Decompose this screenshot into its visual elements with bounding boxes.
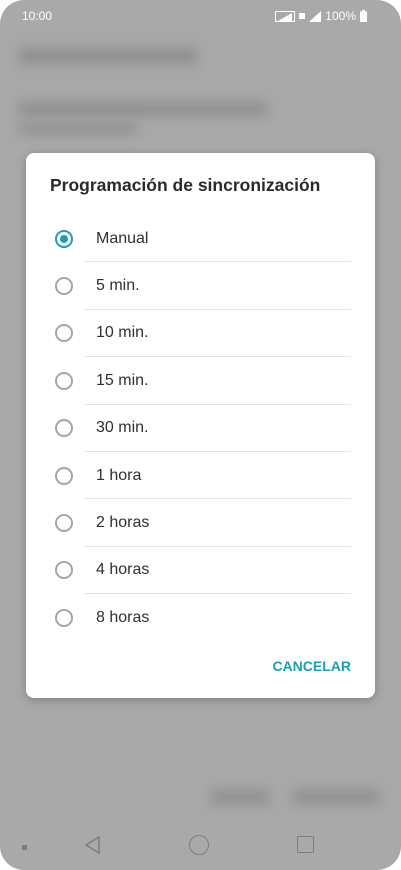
option-label: 30 min. [96, 419, 149, 437]
background-blur-block [18, 102, 268, 116]
back-icon[interactable] [84, 836, 102, 854]
wifi-off-icon [275, 10, 296, 22]
option-1-hora[interactable]: 1 hora [26, 452, 375, 500]
dialog-title: Programación de sincronización [50, 175, 321, 195]
option-label: 15 min. [96, 371, 149, 389]
radio-unselected-icon[interactable] [55, 561, 73, 580]
radio-unselected-icon[interactable] [55, 324, 73, 343]
background-blur-block [18, 48, 198, 64]
option-label: 10 min. [96, 324, 149, 342]
status-time: 10:00 [22, 9, 53, 23]
radio-unselected-icon[interactable] [55, 608, 73, 627]
sync-schedule-dialog: Programación de sincronización Manual 5 … [26, 153, 375, 698]
radio-unselected-icon[interactable] [55, 371, 73, 390]
option-30-min[interactable]: 30 min. [26, 405, 375, 453]
home-icon[interactable] [189, 835, 209, 855]
navigation-bar [0, 818, 401, 870]
radio-unselected-icon[interactable] [55, 419, 73, 438]
cancel-button[interactable]: CANCELAR [272, 658, 351, 674]
radio-selected-icon[interactable] [55, 229, 73, 248]
phone-screen: 10:00 100% Programación de sincronizació… [0, 0, 401, 870]
option-label: 1 hora [96, 466, 142, 484]
option-4-horas[interactable]: 4 horas [26, 547, 375, 595]
option-15-min[interactable]: 15 min. [26, 357, 375, 405]
battery-percent: 100% [325, 9, 356, 23]
sync-options-list: Manual 5 min. 10 min. 15 min. 30 min. 1 … [26, 215, 375, 642]
option-5-min[interactable]: 5 min. [26, 262, 375, 311]
radio-unselected-icon[interactable] [55, 466, 73, 485]
battery-icon [360, 10, 367, 22]
option-label: Manual [96, 229, 149, 247]
background-blur-block [18, 124, 138, 134]
background-blur-block [292, 790, 380, 804]
option-manual[interactable]: Manual [26, 215, 375, 263]
option-label: 4 horas [96, 561, 150, 579]
nav-indicator-dot [22, 845, 27, 850]
status-icons: 100% [275, 9, 367, 23]
background-blur-block [210, 790, 270, 804]
option-label: 2 horas [96, 514, 150, 532]
radio-unselected-icon[interactable] [55, 514, 73, 533]
option-label: 8 horas [96, 608, 150, 626]
option-2-horas[interactable]: 2 horas [26, 499, 375, 548]
radio-unselected-icon[interactable] [55, 277, 73, 296]
data-indicator-icon [299, 13, 306, 19]
status-bar: 10:00 100% [0, 0, 401, 32]
signal-icon [309, 10, 322, 22]
recent-apps-icon[interactable] [297, 836, 314, 853]
option-label: 5 min. [96, 277, 140, 295]
option-8-horas[interactable]: 8 horas [26, 594, 375, 641]
option-10-min[interactable]: 10 min. [26, 310, 375, 358]
